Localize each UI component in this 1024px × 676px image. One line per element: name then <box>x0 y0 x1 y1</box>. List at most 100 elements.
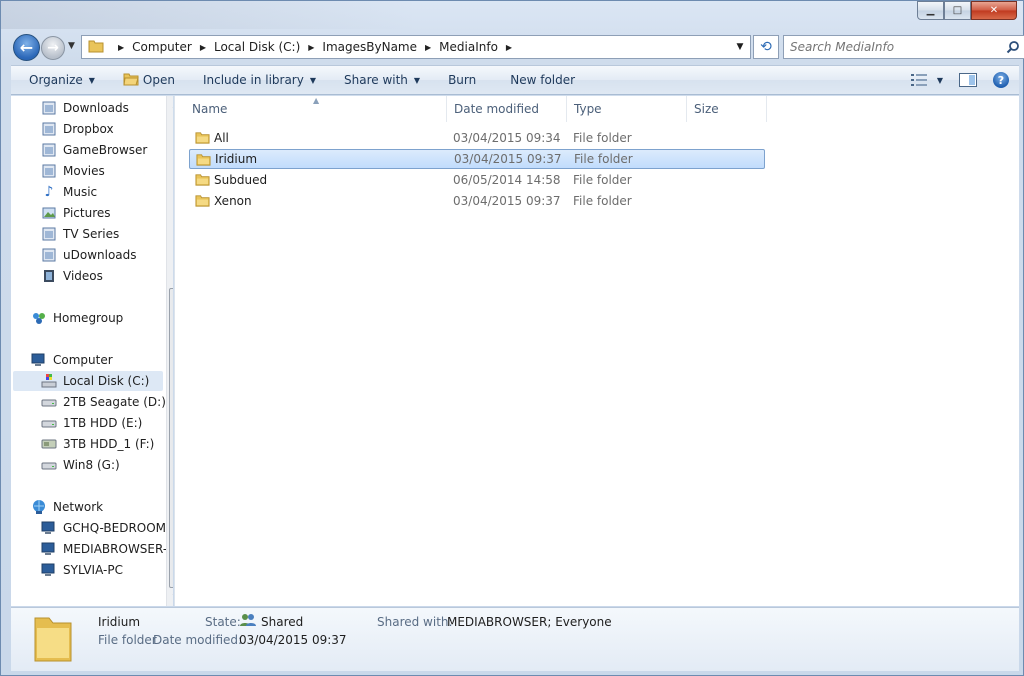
column-label: Name <box>192 102 228 116</box>
refresh-button[interactable]: ⟲ <box>753 35 779 59</box>
forward-arrow-icon: → <box>47 40 59 56</box>
network-icon <box>31 499 47 515</box>
search-box[interactable] <box>783 35 1024 59</box>
breadcrumb-separator-root[interactable]: ▶ <box>110 36 132 58</box>
column-header-size[interactable]: Size <box>686 96 767 122</box>
burn-button[interactable]: Burn <box>430 66 486 94</box>
file-type: File folder <box>573 131 632 145</box>
nav-item-label: 2TB Seagate (D:) <box>63 395 166 409</box>
preview-pane-icon[interactable] <box>959 73 977 87</box>
column-header-type[interactable]: Type <box>566 96 687 122</box>
nav-item-local-disk-c[interactable]: Local Disk (C:) <box>13 371 163 391</box>
nav-item-downloads[interactable]: Downloads <box>41 98 129 118</box>
nav-item-network[interactable]: Network <box>31 497 103 517</box>
explorer-window: ▁ □ ✕ ← → ▼ ▶ Computer ▶ Local Disk (C:) ▶… <box>0 0 1024 676</box>
burn-label: Burn <box>448 73 477 87</box>
open-label: Open <box>142 73 175 87</box>
nav-item-gamebrowser[interactable]: GameBrowser <box>41 140 147 160</box>
minimize-button[interactable]: ▁ <box>917 1 944 20</box>
navigation-pane: Downloads Dropbox GameBrowser Movies ♪ M… <box>11 96 173 606</box>
nav-item-label: GCHQ-BEDROOM <box>63 521 167 535</box>
breadcrumb-imagesbyname[interactable]: ImagesByName ▶ <box>322 36 439 58</box>
maximize-button[interactable]: □ <box>944 1 971 20</box>
command-bar: Organize ▼ Open Include in library ▼ Share… <box>11 65 1019 95</box>
share-with-button[interactable]: Share with ▼ <box>326 66 430 94</box>
nav-item-homegroup[interactable]: Homegroup <box>31 308 123 328</box>
breadcrumb-computer[interactable]: Computer ▶ <box>132 36 214 58</box>
nav-item-udownloads[interactable]: uDownloads <box>41 245 137 265</box>
scroll-thumb[interactable]: ≡ <box>169 288 173 588</box>
nav-item-1tb-hdd-e[interactable]: 1TB HDD (E:) <box>41 413 142 433</box>
breadcrumb-mediainfo[interactable]: MediaInfo ▶ <box>439 36 520 58</box>
large-folder-icon <box>33 612 73 667</box>
recent-pages-dropdown[interactable]: ▼ <box>68 41 75 51</box>
share-with-label: Share with <box>344 73 408 87</box>
nav-item-mediabrowser[interactable]: MEDIABROWSER- <box>41 539 167 559</box>
drive-icon <box>41 457 57 473</box>
nav-item-music[interactable]: ♪ Music <box>41 182 98 202</box>
search-icon[interactable] <box>1006 40 1020 54</box>
organize-button[interactable]: Organize ▼ <box>11 66 105 94</box>
nav-item-label: Local Disk (C:) <box>63 374 150 388</box>
table-row[interactable]: All 03/04/2015 09:34 File folder <box>189 128 765 148</box>
table-row-selected[interactable]: Iridium 03/04/2015 09:37 File folder <box>189 149 765 169</box>
chevron-down-icon: ▼ <box>413 75 421 85</box>
shared-with-label: Shared with: <box>377 615 453 629</box>
back-button[interactable]: ← <box>13 34 40 61</box>
new-folder-label: New folder <box>510 73 576 87</box>
refresh-icon: ⟲ <box>760 39 772 55</box>
library-icon <box>41 226 57 242</box>
nav-item-2tb-seagate-d[interactable]: 2TB Seagate (D:) <box>41 392 166 412</box>
new-folder-button[interactable]: New folder <box>486 66 585 94</box>
column-header-name[interactable]: Name <box>184 96 447 122</box>
file-list: ▲ Name Date modified Type Size All 03/04… <box>174 96 1019 606</box>
date-modified-value: 03/04/2015 09:37 <box>239 633 347 647</box>
nav-item-videos[interactable]: Videos <box>41 266 103 286</box>
music-icon: ♪ <box>44 184 54 200</box>
help-icon[interactable]: ? <box>993 72 1009 88</box>
folder-icon <box>196 152 211 170</box>
search-input[interactable] <box>790 40 1000 54</box>
nav-item-dropbox[interactable]: Dropbox <box>41 119 114 139</box>
details-pane: Iridium File folder State: Shared Date m… <box>11 607 1019 671</box>
nav-item-3tb-hdd-1-f[interactable]: 3TB HDD_1 (F:) <box>41 434 154 454</box>
caption-buttons: ▁ □ ✕ <box>917 1 1017 20</box>
open-folder-icon <box>123 72 139 89</box>
nav-item-computer[interactable]: Computer <box>31 350 113 370</box>
nav-item-movies[interactable]: Movies <box>41 161 105 181</box>
file-date: 03/04/2015 09:34 <box>453 131 561 145</box>
forward-button[interactable]: → <box>41 36 65 60</box>
nav-item-label: uDownloads <box>63 248 137 262</box>
file-date: 03/04/2015 09:37 <box>454 152 562 166</box>
homegroup-icon <box>31 310 47 326</box>
scroll-down-icon[interactable]: ▼ <box>167 588 174 605</box>
scroll-up-icon[interactable]: ▲ <box>167 96 174 113</box>
address-dropdown-icon[interactable]: ▼ <box>732 36 748 58</box>
nav-item-label: Homegroup <box>53 311 124 325</box>
nav-item-sylvia-pc[interactable]: SYLVIA-PC <box>41 560 123 580</box>
nav-item-label: Videos <box>63 269 103 283</box>
nav-item-pictures[interactable]: Pictures <box>41 203 111 223</box>
nav-item-win8-g[interactable]: Win8 (G:) <box>41 455 120 475</box>
close-button[interactable]: ✕ <box>971 1 1017 20</box>
table-row[interactable]: Xenon 03/04/2015 09:37 File folder <box>189 191 765 211</box>
include-in-library-label: Include in library <box>202 73 304 87</box>
chevron-down-icon: ▼ <box>936 75 943 85</box>
breadcrumb-local-disk[interactable]: Local Disk (C:) ▶ <box>214 36 322 58</box>
open-button[interactable]: Open <box>105 66 185 94</box>
nav-item-gchq-bedroom[interactable]: GCHQ-BEDROOM <box>41 518 166 538</box>
computer-icon <box>31 352 47 368</box>
folder-icon <box>195 130 210 148</box>
nav-item-label: 3TB HDD_1 (F:) <box>63 437 155 451</box>
address-bar[interactable]: ▶ Computer ▶ Local Disk (C:) ▶ ImagesByNam… <box>81 35 751 59</box>
nav-pane-scrollbar[interactable]: ▲ ≡ ▼ <box>166 96 173 606</box>
include-in-library-button[interactable]: Include in library ▼ <box>185 66 326 94</box>
nav-item-tv-series[interactable]: TV Series <box>41 224 119 244</box>
file-name: All <box>214 131 229 145</box>
column-header-date-modified[interactable]: Date modified <box>446 96 567 122</box>
change-view-button[interactable]: ▼ <box>910 74 943 86</box>
table-row[interactable]: Subdued 06/05/2014 14:58 File folder <box>189 170 765 190</box>
shared-users-icon <box>240 613 256 630</box>
pictures-icon <box>41 205 57 221</box>
nav-item-label: Dropbox <box>63 122 114 136</box>
